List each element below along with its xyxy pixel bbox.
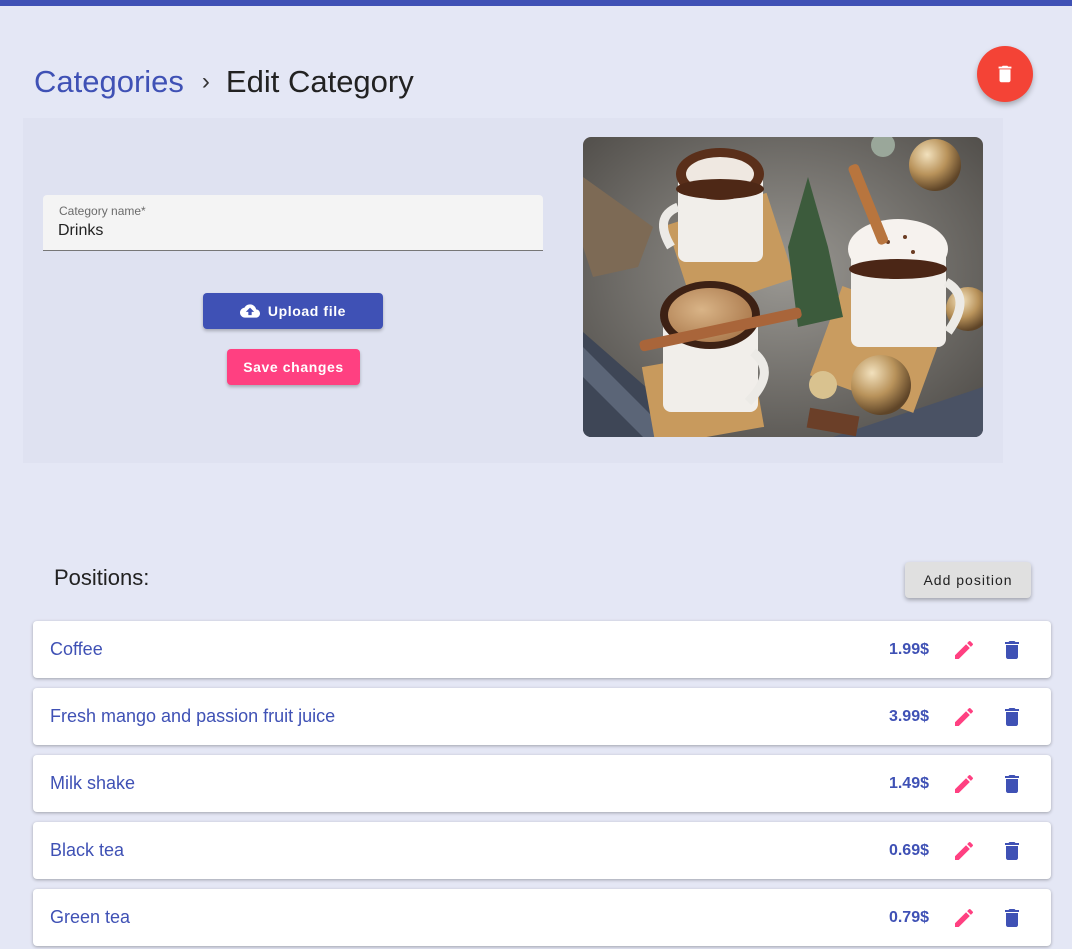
- add-position-label: Add position: [923, 572, 1013, 588]
- position-row[interactable]: Black tea 0.69$: [33, 822, 1051, 879]
- position-name: Black tea: [50, 840, 125, 860]
- category-image: [583, 137, 983, 437]
- breadcrumb-separator: ›: [201, 68, 210, 95]
- position-price: 0.79$: [888, 908, 929, 926]
- breadcrumb-categories-link[interactable]: Categories: [34, 64, 184, 100]
- position-name: Milk shake: [50, 773, 136, 793]
- position-row[interactable]: Fresh mango and passion fruit juice 3.99…: [33, 688, 1051, 745]
- trash-icon[interactable]: [1000, 772, 1024, 796]
- upload-file-label: Upload file: [267, 303, 347, 319]
- position-price: 0.69$: [888, 841, 929, 859]
- add-position-button[interactable]: Add position: [905, 562, 1031, 598]
- pencil-icon[interactable]: [952, 839, 976, 863]
- category-name-label: Category name*: [59, 204, 146, 218]
- position-name: Green tea: [50, 907, 131, 927]
- upload-file-button[interactable]: Upload file: [203, 293, 383, 329]
- save-changes-label: Save changes: [243, 359, 344, 375]
- positions-title: Positions:: [54, 565, 150, 590]
- position-price: 1.99$: [888, 640, 929, 658]
- save-changes-button[interactable]: Save changes: [227, 349, 360, 385]
- trash-icon[interactable]: [1000, 839, 1024, 863]
- position-name: Coffee: [50, 639, 103, 659]
- position-price: 1.49$: [888, 774, 929, 792]
- position-row[interactable]: Green tea 0.79$: [33, 889, 1051, 946]
- position-row[interactable]: Milk shake 1.49$: [33, 755, 1051, 812]
- pencil-icon[interactable]: [952, 772, 976, 796]
- category-name-field[interactable]: Category name*: [43, 195, 543, 251]
- positions-list: Coffee 1.99$ Fresh mango and passion fru…: [33, 621, 1051, 949]
- page-title: Edit Category: [225, 64, 414, 99]
- trash-icon[interactable]: [1000, 705, 1024, 729]
- trash-icon: [998, 65, 1012, 83]
- position-row[interactable]: Coffee 1.99$: [33, 621, 1051, 678]
- breadcrumb: Categories › Edit Category: [34, 62, 414, 102]
- pencil-icon[interactable]: [952, 705, 976, 729]
- category-edit-card: Category name* Upload file Save changes: [23, 118, 1003, 463]
- trash-icon[interactable]: [1000, 638, 1024, 662]
- position-price: 3.99$: [888, 707, 929, 725]
- trash-icon[interactable]: [1000, 906, 1024, 930]
- pencil-icon[interactable]: [952, 638, 976, 662]
- position-name: Fresh mango and passion fruit juice: [50, 706, 336, 726]
- category-name-input[interactable]: [58, 220, 518, 242]
- cloud-upload-icon: [239, 304, 260, 318]
- delete-category-button[interactable]: [977, 46, 1033, 102]
- top-bar: [0, 0, 1072, 6]
- pencil-icon[interactable]: [952, 906, 976, 930]
